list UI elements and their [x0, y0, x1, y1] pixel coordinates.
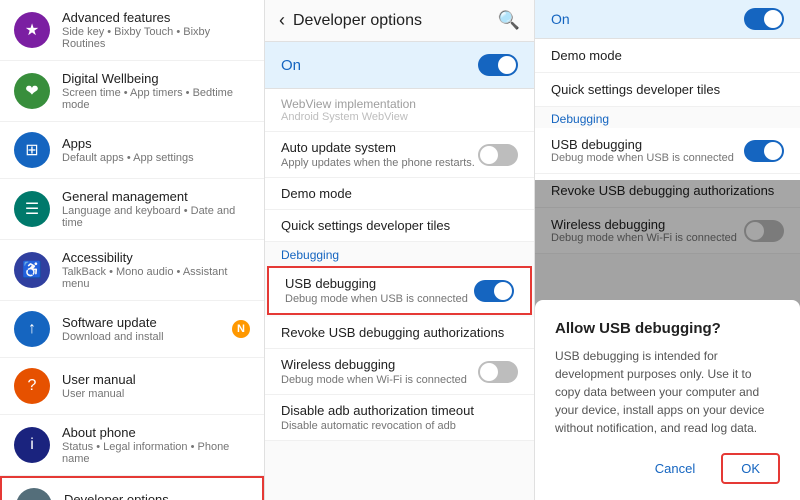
- software-update-subtitle: Download and install: [62, 331, 232, 343]
- about-phone-text: About phoneStatus • Legal information • …: [62, 425, 250, 465]
- digital-wellbeing-title: Digital Wellbeing: [62, 71, 250, 86]
- right-usb-sub: Debug mode when USB is connected: [551, 152, 734, 164]
- back-icon[interactable]: ‹: [279, 10, 285, 31]
- right-on-label: On: [551, 11, 570, 27]
- dialog-overlay: Allow USB debugging? USB debugging is in…: [535, 180, 800, 500]
- apps-icon: ⊞: [14, 132, 50, 168]
- advanced-features-title: Advanced features: [62, 10, 250, 25]
- webview-item[interactable]: WebView implementation Android System We…: [265, 89, 534, 132]
- digital-wellbeing-text: Digital WellbeingScreen time • App timer…: [62, 71, 250, 111]
- disable-adb-title: Disable adb authorization timeout: [281, 403, 518, 418]
- developer-options-toggle[interactable]: [478, 54, 518, 76]
- digital-wellbeing-icon: ❤: [14, 73, 50, 109]
- sidebar-item-digital-wellbeing[interactable]: ❤ Digital WellbeingScreen time • App time…: [0, 61, 264, 122]
- webview-title: WebView implementation: [281, 97, 518, 111]
- software-update-badge: N: [232, 320, 250, 338]
- quick-settings-item[interactable]: Quick settings developer tiles: [265, 210, 534, 242]
- right-demo-mode[interactable]: Demo mode: [535, 39, 800, 73]
- search-icon[interactable]: 🔍: [498, 10, 520, 31]
- about-phone-icon: i: [14, 427, 50, 463]
- demo-mode-title: Demo mode: [281, 186, 518, 201]
- general-management-subtitle: Language and keyboard • Date and time: [62, 205, 250, 229]
- user-manual-title: User manual: [62, 372, 250, 387]
- demo-mode-item[interactable]: Demo mode: [265, 178, 534, 210]
- general-management-icon: ☰: [14, 191, 50, 227]
- dialog-buttons: Cancel OK: [555, 453, 780, 484]
- sidebar-item-developer-options[interactable]: { } Developer optionsDeveloper options: [0, 476, 264, 500]
- debugging-section-header: Debugging: [265, 242, 534, 264]
- quick-settings-title: Quick settings developer tiles: [281, 218, 518, 233]
- general-management-text: General managementLanguage and keyboard …: [62, 189, 250, 229]
- advanced-features-subtitle: Side key • Bixby Touch • Bixby Routines: [62, 26, 250, 50]
- usb-debugging-sub: Debug mode when USB is connected: [285, 293, 468, 305]
- revoke-usb-item[interactable]: Revoke USB debugging authorizations: [265, 317, 534, 349]
- accessibility-subtitle: TalkBack • Mono audio • Assistant menu: [62, 266, 250, 290]
- about-phone-title: About phone: [62, 425, 250, 440]
- left-menu-panel: ★ Advanced featuresSide key • Bixby Touch…: [0, 0, 265, 500]
- auto-update-title: Auto update system: [281, 140, 475, 155]
- advanced-features-text: Advanced featuresSide key • Bixby Touch …: [62, 10, 250, 50]
- sidebar-item-user-manual[interactable]: ? User manualUser manual: [0, 358, 264, 415]
- dialog-body: USB debugging is intended for developmen…: [555, 347, 780, 437]
- apps-title: Apps: [62, 136, 250, 151]
- on-toggle-row: On: [265, 42, 534, 89]
- auto-update-toggle[interactable]: [478, 144, 518, 166]
- accessibility-text: AccessibilityTalkBack • Mono audio • Ass…: [62, 250, 250, 290]
- right-developer-toggle[interactable]: [744, 8, 784, 30]
- right-usb-debugging[interactable]: USB debugging Debug mode when USB is con…: [535, 128, 800, 174]
- advanced-features-icon: ★: [14, 12, 50, 48]
- middle-panel: ‹ Developer options 🔍 On WebView impleme…: [265, 0, 535, 500]
- user-manual-subtitle: User manual: [62, 388, 250, 400]
- right-debugging-header: Debugging: [535, 107, 800, 128]
- user-manual-icon: ?: [14, 368, 50, 404]
- auto-update-sub: Apply updates when the phone restarts.: [281, 157, 475, 169]
- sidebar-item-general-management[interactable]: ☰ General managementLanguage and keyboard…: [0, 179, 264, 240]
- developer-options-icon: { }: [16, 488, 52, 500]
- mid-header: ‹ Developer options 🔍: [265, 0, 534, 42]
- usb-debugging-item[interactable]: USB debugging Debug mode when USB is con…: [267, 266, 532, 315]
- right-usb-title: USB debugging: [551, 137, 734, 152]
- developer-options-title: Developer options: [64, 492, 248, 500]
- sidebar-item-accessibility[interactable]: ♿ AccessibilityTalkBack • Mono audio • As…: [0, 240, 264, 301]
- webview-sub: Android System WebView: [281, 111, 518, 123]
- disable-adb-sub: Disable automatic revocation of adb: [281, 420, 518, 432]
- accessibility-title: Accessibility: [62, 250, 250, 265]
- usb-debugging-title: USB debugging: [285, 276, 468, 291]
- revoke-usb-title: Revoke USB debugging authorizations: [281, 325, 518, 340]
- auto-update-item[interactable]: Auto update system Apply updates when th…: [265, 132, 534, 178]
- disable-adb-item[interactable]: Disable adb authorization timeout Disabl…: [265, 395, 534, 441]
- developer-options-text: Developer optionsDeveloper options: [64, 492, 248, 500]
- allow-usb-dialog: Allow USB debugging? USB debugging is in…: [535, 300, 800, 500]
- right-usb-toggle[interactable]: [744, 140, 784, 162]
- wireless-debugging-toggle[interactable]: [478, 361, 518, 383]
- right-quick-settings-title: Quick settings developer tiles: [551, 82, 784, 97]
- apps-subtitle: Default apps • App settings: [62, 152, 250, 164]
- accessibility-icon: ♿: [14, 252, 50, 288]
- on-label: On: [281, 57, 301, 74]
- sidebar-item-apps[interactable]: ⊞ AppsDefault apps • App settings: [0, 122, 264, 179]
- dialog-cancel-button[interactable]: Cancel: [637, 453, 713, 484]
- usb-debugging-toggle[interactable]: [474, 280, 514, 302]
- dialog-title: Allow USB debugging?: [555, 320, 780, 337]
- software-update-title: Software update: [62, 315, 232, 330]
- sidebar-item-software-update[interactable]: ↑ Software updateDownload and installN: [0, 301, 264, 358]
- about-phone-subtitle: Status • Legal information • Phone name: [62, 441, 250, 465]
- right-on-toggle-row: On: [535, 0, 800, 39]
- dialog-ok-button[interactable]: OK: [721, 453, 780, 484]
- right-demo-mode-title: Demo mode: [551, 48, 784, 63]
- wireless-debugging-item[interactable]: Wireless debugging Debug mode when Wi-Fi…: [265, 349, 534, 395]
- general-management-title: General management: [62, 189, 250, 204]
- right-quick-settings[interactable]: Quick settings developer tiles: [535, 73, 800, 107]
- software-update-icon: ↑: [14, 311, 50, 347]
- wireless-debugging-sub: Debug mode when Wi-Fi is connected: [281, 374, 467, 386]
- user-manual-text: User manualUser manual: [62, 372, 250, 400]
- right-panel: On Demo mode Quick settings developer ti…: [535, 0, 800, 500]
- sidebar-item-about-phone[interactable]: i About phoneStatus • Legal information •…: [0, 415, 264, 476]
- digital-wellbeing-subtitle: Screen time • App timers • Bedtime mode: [62, 87, 250, 111]
- software-update-text: Software updateDownload and install: [62, 315, 232, 343]
- mid-header-title: Developer options: [293, 12, 498, 30]
- apps-text: AppsDefault apps • App settings: [62, 136, 250, 164]
- sidebar-item-advanced-features[interactable]: ★ Advanced featuresSide key • Bixby Touch…: [0, 0, 264, 61]
- wireless-debugging-title: Wireless debugging: [281, 357, 467, 372]
